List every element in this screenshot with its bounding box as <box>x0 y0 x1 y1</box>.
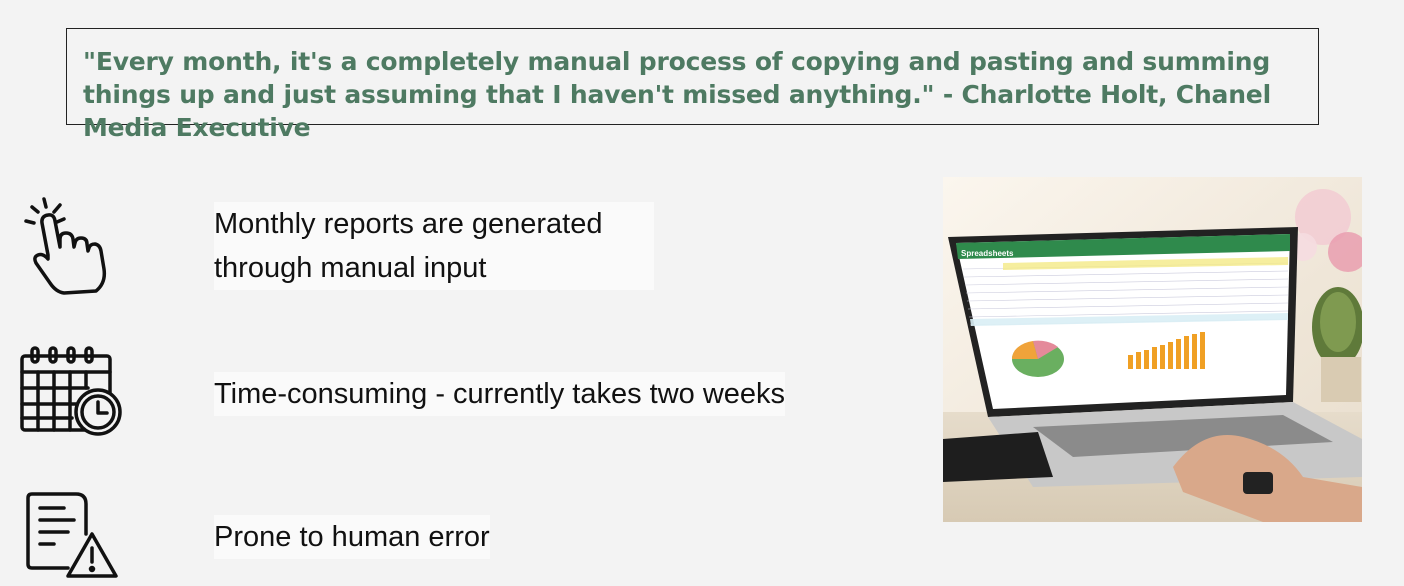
document-warning-icon <box>26 492 118 578</box>
laptop-spreadsheet-photo: Spreadsheets <box>943 177 1362 522</box>
point-monthly-reports: Monthly reports are generated through ma… <box>214 202 654 290</box>
calendar-clock-icon <box>20 346 122 436</box>
photo-screen-title: Spreadsheets <box>961 249 1014 258</box>
quote-text: "Every month, it's a completely manual p… <box>83 47 1271 142</box>
hand-tap-icon <box>24 197 107 295</box>
point-human-error: Prone to human error <box>214 515 490 559</box>
quote-box: "Every month, it's a completely manual p… <box>66 28 1319 142</box>
point-time-consuming: Time-consuming - currently takes two wee… <box>214 372 786 416</box>
